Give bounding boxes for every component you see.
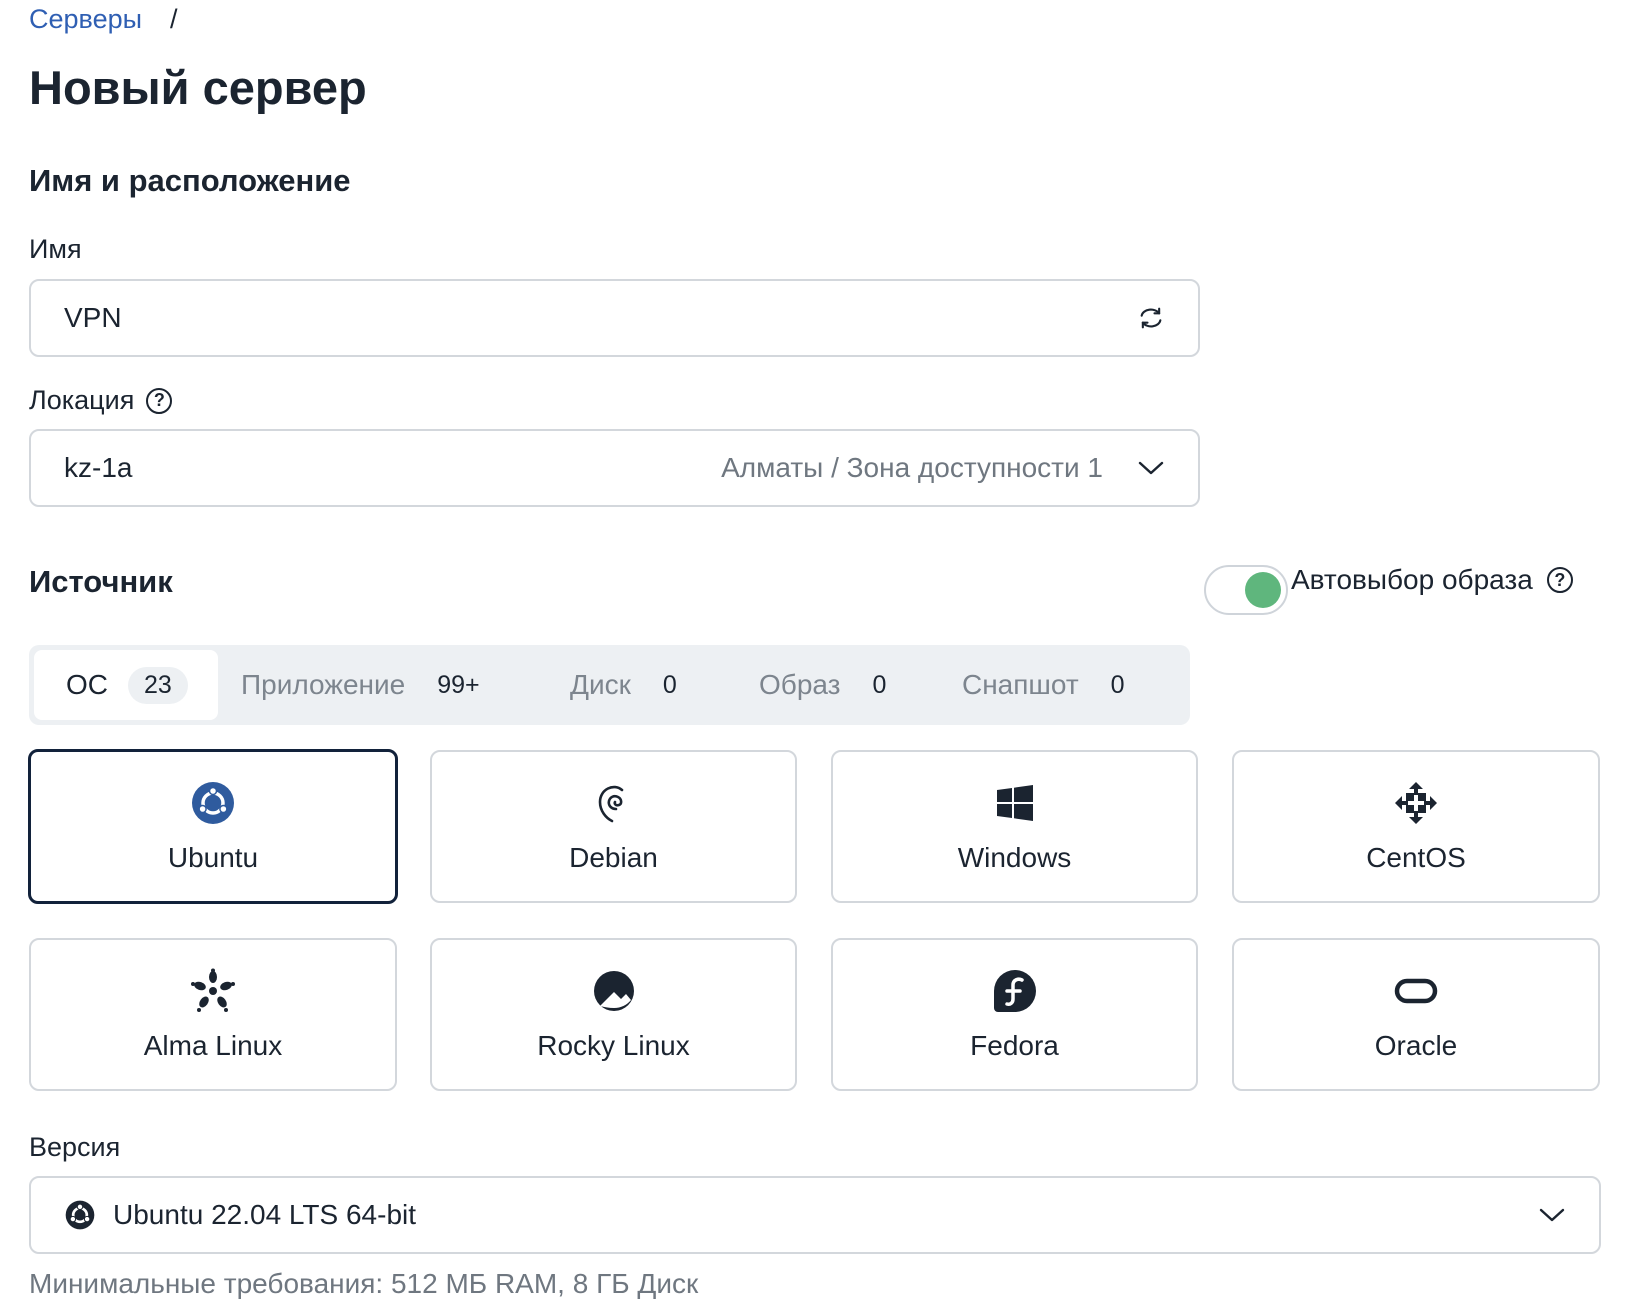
- auto-image-toggle[interactable]: [1204, 565, 1288, 615]
- oracle-icon: [1391, 966, 1441, 1016]
- os-label-alma-linux: Alma Linux: [143, 1030, 283, 1061]
- os-label-centos: CentOS: [1366, 842, 1466, 873]
- auto-image-help-icon[interactable]: ?: [1546, 567, 1573, 593]
- tab-image-label: Образ: [759, 669, 841, 700]
- min-requirements: Минимальные требования: 512 МБ RAM, 8 ГБ…: [29, 1268, 699, 1299]
- refresh-icon[interactable]: [1137, 304, 1165, 332]
- tab-image-count: 0: [872, 670, 887, 699]
- name-label: Имя: [29, 234, 82, 264]
- breadcrumb-separator: /: [170, 4, 178, 34]
- section-title-source: Источник: [29, 564, 173, 599]
- tab-disk-count: 0: [662, 670, 677, 699]
- debian-icon: [589, 778, 639, 828]
- tab-snapshot-count: 0: [1110, 670, 1125, 699]
- source-tabs: ОС 23 Приложение 99+ Диск 0 Образ 0 Снап…: [29, 645, 1190, 725]
- os-card-ubuntu[interactable]: Ubuntu: [28, 749, 398, 904]
- os-label-oracle: Oracle: [1374, 1030, 1458, 1061]
- page-title: Новый сервер: [29, 61, 367, 114]
- location-hint: Алматы / Зона доступности 1: [721, 452, 1103, 483]
- os-label-windows: Windows: [957, 842, 1072, 873]
- os-label-debian: Debian: [569, 842, 658, 873]
- chevron-down-icon: [1137, 459, 1165, 477]
- toggle-knob: [1245, 572, 1281, 608]
- section-title-name-location: Имя и расположение: [29, 163, 351, 198]
- name-field[interactable]: VPN: [29, 279, 1200, 357]
- os-card-rocky-linux[interactable]: Rocky Linux: [430, 938, 797, 1091]
- tab-os[interactable]: ОС 23: [34, 650, 218, 720]
- os-card-debian[interactable]: Debian: [430, 750, 797, 903]
- os-label-fedora: Fedora: [970, 1030, 1059, 1061]
- auto-image-row: Автовыбор образа ?: [1291, 564, 1573, 596]
- os-card-windows[interactable]: Windows: [831, 750, 1198, 903]
- ubuntu-icon: [188, 778, 238, 828]
- tab-disk-label: Диск: [570, 669, 631, 700]
- version-label: Версия: [29, 1132, 121, 1162]
- alma-linux-icon: [188, 966, 238, 1016]
- os-label-rocky-linux: Rocky Linux: [537, 1030, 690, 1061]
- centos-icon: [1391, 778, 1441, 828]
- tab-application-count: 99+: [437, 670, 480, 699]
- os-card-fedora[interactable]: Fedora: [831, 938, 1198, 1091]
- version-value: Ubuntu 22.04 LTS 64-bit: [113, 1199, 417, 1230]
- windows-icon: [990, 778, 1040, 828]
- auto-image-label: Автовыбор образа: [1291, 564, 1533, 595]
- tab-application-label: Приложение: [241, 669, 406, 700]
- tab-os-count: 23: [128, 666, 188, 704]
- location-label: Локация: [29, 385, 135, 415]
- chevron-down-icon: [1538, 1206, 1566, 1224]
- location-select[interactable]: kz-1a Алматы / Зона доступности 1: [29, 429, 1200, 507]
- os-label-ubuntu: Ubuntu: [167, 842, 259, 873]
- fedora-icon: [990, 966, 1040, 1016]
- location-value: kz-1a: [64, 452, 133, 483]
- location-help-icon[interactable]: ?: [146, 387, 173, 414]
- version-select[interactable]: Ubuntu 22.04 LTS 64-bit: [29, 1176, 1601, 1254]
- tab-image[interactable]: Образ 0: [759, 650, 886, 720]
- breadcrumb-servers-link[interactable]: Серверы: [29, 4, 142, 35]
- ubuntu-small-icon: [65, 1200, 95, 1230]
- os-card-centos[interactable]: CentOS: [1232, 750, 1600, 903]
- os-card-oracle[interactable]: Oracle: [1232, 938, 1600, 1091]
- tab-disk[interactable]: Диск 0: [570, 650, 677, 720]
- name-value: VPN: [64, 302, 122, 333]
- tab-snapshot-label: Снапшот: [962, 669, 1079, 700]
- tab-snapshot[interactable]: Снапшот 0: [962, 650, 1125, 720]
- tab-application[interactable]: Приложение 99+: [241, 650, 480, 720]
- location-label-row: Локация ?: [29, 385, 173, 416]
- os-card-alma-linux[interactable]: Alma Linux: [29, 938, 397, 1091]
- rocky-linux-icon: [589, 966, 639, 1016]
- tab-os-label: ОС: [66, 669, 108, 700]
